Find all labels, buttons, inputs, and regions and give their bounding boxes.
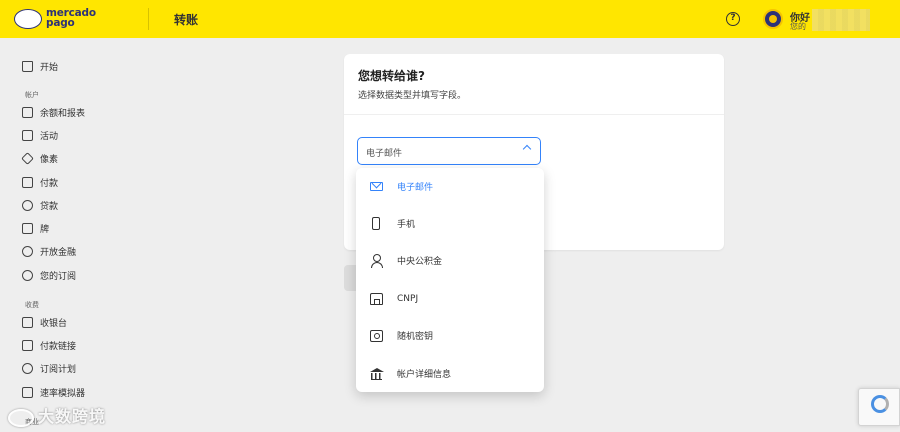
handshake-logo-icon [14, 9, 42, 29]
option-phone[interactable]: 手机 [356, 205, 544, 242]
option-random-key[interactable]: 随机密钥 [356, 317, 544, 354]
subscription-icon [22, 269, 33, 281]
open-finance-icon [22, 245, 33, 257]
mercado-pago-logo[interactable]: mercado pago [14, 7, 96, 31]
user-subtext: 您的 [790, 22, 806, 31]
sidebar: 开始 帐户 余额和报表 活动 像素 付款 贷款 牌 开放金融 您的订阅 收费 收… [0, 38, 200, 432]
chevron-up-icon [522, 144, 532, 154]
sidebar-item-label: 开放金融 [40, 247, 77, 258]
sidebar-item-label: 开始 [40, 62, 59, 73]
option-label: 中央公积金 [397, 257, 443, 267]
sidebar-item-label: 付款链接 [40, 341, 77, 352]
watermark-text: 大数跨境 [38, 407, 107, 426]
select-value: 电子邮件 [366, 149, 403, 159]
sidebar-item-subscription-plan[interactable]: 订阅计划 [22, 360, 76, 376]
header-divider [148, 8, 149, 30]
top-header: mercado pago 转账 ? 你好 您的 [0, 0, 900, 38]
sidebar-item-payment[interactable]: 付款 [22, 174, 58, 190]
activity-icon [22, 129, 33, 141]
sidebar-section-collect: 收费 [25, 301, 39, 309]
link-icon [22, 339, 33, 351]
sidebar-section-account: 帐户 [25, 91, 39, 99]
sidebar-item-balance[interactable]: 余额和报表 [22, 104, 85, 120]
bank-icon [369, 367, 384, 380]
sidebar-item-open-finance[interactable]: 开放金融 [22, 243, 76, 259]
sidebar-item-label: 余额和报表 [40, 108, 86, 119]
option-label: CNPJ [397, 293, 419, 304]
card-divider [344, 114, 724, 115]
person-icon [370, 254, 383, 268]
card-icon [22, 222, 33, 234]
card-title: 您想转给谁? [358, 69, 425, 83]
sidebar-item-card[interactable]: 牌 [22, 220, 49, 236]
option-label: 帐户详细信息 [397, 370, 452, 380]
redacted-user-info [812, 9, 870, 31]
sidebar-item-label: 付款 [40, 178, 59, 189]
loan-icon [22, 199, 33, 211]
payment-icon [22, 176, 33, 188]
sidebar-item-loan[interactable]: 贷款 [22, 197, 58, 213]
card-subtitle: 选择数据类型并填写字段。 [358, 91, 467, 101]
plan-icon [22, 362, 33, 374]
sidebar-item-cashier[interactable]: 收银台 [22, 314, 67, 330]
option-cpf[interactable]: 中央公积金 [356, 242, 544, 279]
option-email[interactable]: 电子邮件 [356, 168, 544, 205]
wallet-icon [22, 106, 33, 118]
sidebar-item-rate-simulator[interactable]: 速率模拟器 [22, 384, 85, 400]
cashier-icon [22, 316, 33, 328]
watermark: 大数跨境 [8, 403, 106, 427]
recaptcha-badge[interactable] [858, 388, 900, 426]
recaptcha-icon [871, 395, 889, 413]
sidebar-item-pix[interactable]: 像素 [21, 150, 59, 166]
email-icon [369, 182, 383, 191]
sidebar-item-label: 您的订阅 [40, 271, 77, 282]
option-label: 电子邮件 [397, 183, 434, 193]
avatar[interactable] [763, 9, 783, 29]
data-type-select[interactable]: 电子邮件 [357, 137, 541, 165]
sidebar-item-label: 贷款 [40, 201, 59, 212]
sidebar-item-activity[interactable]: 活动 [22, 127, 58, 143]
sidebar-item-home[interactable]: 开始 [22, 58, 58, 74]
option-cnpj[interactable]: CNPJ [356, 280, 544, 317]
phone-icon [372, 217, 380, 230]
sidebar-item-payment-link[interactable]: 付款链接 [22, 337, 76, 353]
help-icon[interactable]: ? [726, 12, 740, 26]
sidebar-item-subscriptions[interactable]: 您的订阅 [22, 267, 76, 283]
data-type-dropdown: 电子邮件 手机 中央公积金 CNPJ 随机密钥 帐户详细信息 [356, 168, 544, 392]
sidebar-item-label: 订阅计划 [40, 364, 77, 375]
pix-icon [21, 151, 34, 165]
home-icon [22, 60, 33, 72]
sidebar-item-label: 活动 [40, 131, 59, 142]
store-icon [369, 292, 383, 305]
watermark-logo-icon [8, 408, 34, 427]
option-label: 手机 [397, 220, 416, 230]
sidebar-item-label: 牌 [40, 224, 50, 235]
simulator-icon [22, 386, 33, 398]
page-title: 转账 [174, 13, 199, 27]
sidebar-item-label: 收银台 [40, 318, 68, 329]
key-icon [369, 329, 383, 342]
logo-line-2: pago [46, 17, 75, 29]
option-label: 随机密钥 [397, 332, 434, 342]
sidebar-item-label: 像素 [40, 154, 59, 165]
sidebar-item-label: 速率模拟器 [40, 388, 86, 399]
option-account-details[interactable]: 帐户详细信息 [356, 355, 544, 392]
